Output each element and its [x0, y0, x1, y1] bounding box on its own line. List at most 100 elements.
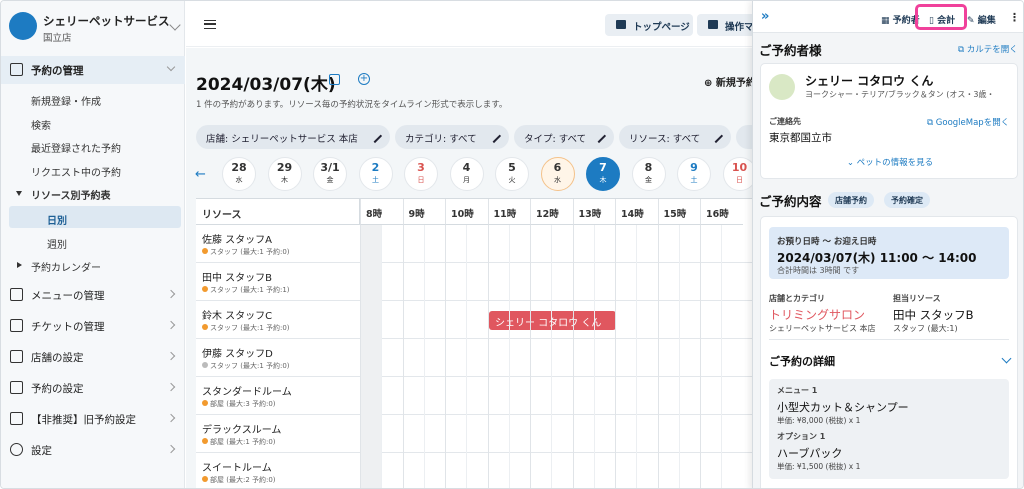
day-weekday: 水 — [235, 176, 243, 184]
day-chip[interactable]: 3/1 金 — [313, 157, 347, 191]
sidebar-link-new[interactable]: 新規登録・作成 — [31, 93, 101, 108]
tab-reservation[interactable]: ▦ 予約者 — [881, 13, 920, 26]
filter-type[interactable]: タイプ: すべて — [514, 125, 614, 149]
closed-slot — [361, 453, 382, 488]
day-chip[interactable]: 6水 — [540, 157, 575, 191]
grid-line — [593, 225, 595, 488]
day-chip[interactable]: 8金 — [631, 157, 666, 191]
day-weekday: 水 — [554, 176, 561, 184]
hour-label: 9時 — [402, 199, 445, 225]
day-chip[interactable]: 5火 — [495, 157, 529, 191]
resource-sub-label: スタッフ (最大:1 予約:0) — [210, 362, 290, 370]
resource-sub: スタッフ (最大:1) — [893, 324, 958, 333]
top-page-button[interactable]: トップページ — [605, 14, 693, 36]
sidebar-link-daily[interactable]: 日別 — [47, 212, 67, 227]
status-dot — [202, 286, 208, 292]
hour-label: 16時 — [700, 199, 743, 225]
status-dot — [202, 324, 208, 330]
resource-name: 田中 スタッフB — [893, 308, 974, 322]
table-row[interactable]: スイートルーム 部屋 (最大:2 予約:0) — [196, 453, 756, 488]
time-box: お預り日時 〜 お迎え日時 2024/03/07(木) 11:00 〜 14:0… — [769, 227, 1009, 279]
google-map-link[interactable]: ⧉ GoogleMapを開く — [927, 116, 1009, 128]
new-reservation-label: 新規予約 — [715, 78, 756, 89]
table-row[interactable]: 佐藤 スタッフA スタッフ (最大:1 予約:0) — [196, 225, 756, 263]
resource-name: スタンダードルーム — [202, 387, 292, 398]
day-chip[interactable]: 4月 — [449, 157, 484, 191]
table-row[interactable]: 田中 スタッフB スタッフ (最大:1 予約:1) — [196, 263, 756, 301]
open-karte-link[interactable]: ⧉ カルテを開く — [958, 43, 1018, 55]
top-page-label: トップページ — [633, 22, 690, 33]
grid-line — [360, 225, 361, 488]
pet-info-link[interactable]: ⌄ ペットの情報を見る — [761, 156, 1019, 168]
caret-down-icon — [16, 191, 22, 196]
sidebar-item-store-settings[interactable]: 店舗の設定 — [1, 343, 185, 371]
sidebar-link-weekly[interactable]: 週別 — [47, 236, 67, 251]
day-chip[interactable]: 28 水 — [222, 157, 256, 191]
day-number: 4 — [462, 161, 471, 174]
day-chip[interactable]: 2土 — [358, 157, 393, 191]
calendar-icon[interactable] — [329, 74, 340, 85]
sidebar-item-label: 予約の管理 — [31, 65, 84, 77]
sidebar-link-search[interactable]: 検索 — [31, 117, 51, 132]
table-row[interactable]: 鈴木 スタッフC スタッフ (最大:1 予約:0) — [196, 301, 756, 339]
reservation-content-card: お預り日時 〜 お迎え日時 2024/03/07(木) 11:00 〜 14:0… — [760, 216, 1018, 488]
filter-category[interactable]: カテゴリ: すべて — [395, 125, 509, 149]
reservation-detail-panel: » ▦ 予約者 ▯ 会計 ✎ 編集 ⋮ ご予約者様 ⧉ カルテを開く シェリー … — [752, 1, 1023, 488]
day-number: 6 — [553, 161, 562, 174]
table-row[interactable]: スタンダードルーム部屋 (最大:3 予約:0) — [196, 377, 756, 415]
prev-arrow-icon[interactable]: ← — [195, 167, 206, 182]
resource-sub: スタッフ (最大:1 予約:0) — [202, 247, 290, 257]
day-weekday: 金 — [326, 176, 334, 184]
more-options-icon[interactable]: ⋮ — [1009, 11, 1020, 24]
details-title: ご予約の詳細 — [769, 355, 835, 368]
tab-edit[interactable]: ✎ 編集 — [967, 13, 996, 26]
day-chip[interactable]: 29 木 — [267, 157, 302, 191]
new-reservation-button[interactable]: ⊕ 新規予約 — [704, 74, 756, 89]
contact-label: ご連絡先 — [769, 117, 801, 126]
sidebar-item-tickets[interactable]: チケットの管理 — [1, 312, 185, 340]
store-switcher[interactable]: シェリーペットサービス 国立店 — [9, 9, 181, 45]
option-price: 単価: ¥1,500 (税抜) x 1 — [777, 462, 861, 471]
grid-line — [657, 225, 659, 488]
sidebar-link-calendar[interactable]: 予約カレンダー — [31, 259, 101, 274]
filter-store[interactable]: 店舗: シェリーペットサービス 本店 — [196, 125, 390, 149]
hour-label: 10時 — [445, 199, 488, 225]
filter-resource[interactable]: リソース: すべて — [619, 125, 731, 149]
sidebar-link-requests[interactable]: リクエスト中の予約 — [31, 164, 121, 179]
sidebar-item-settings[interactable]: 設定 — [1, 436, 185, 464]
hamburger-menu-icon[interactable] — [204, 20, 216, 29]
collapse-panel-icon[interactable]: » — [761, 9, 769, 24]
chevron-right-icon — [166, 320, 176, 330]
closed-slot — [361, 415, 382, 453]
day-number: 29 — [276, 161, 293, 174]
day-chip[interactable]: 7木 — [586, 157, 620, 191]
hour-label: 15時 — [657, 199, 700, 225]
day-chip[interactable]: 3日 — [404, 157, 438, 191]
day-number: 7 — [599, 161, 607, 174]
closed-slot — [361, 377, 382, 415]
table-row[interactable]: デラックスルーム 部屋 (最大:1 予約:0) — [196, 415, 756, 453]
day-chip[interactable]: 9土 — [677, 157, 711, 191]
grid-line — [466, 225, 468, 488]
table-row[interactable]: 伊藤 スタッフD スタッフ (最大:1 予約:0) — [196, 339, 756, 377]
day-number: 28 — [231, 161, 247, 174]
hour-label: 11時 — [487, 199, 530, 225]
chevron-down-icon — [169, 19, 181, 31]
sidebar-item-reservation-settings[interactable]: 予約の設定 — [1, 374, 185, 402]
sidebar-item-legacy-settings[interactable]: 【非推奨】旧予約設定 — [1, 405, 185, 433]
pencil-icon — [591, 128, 607, 144]
hour-label: 14時 — [615, 199, 658, 225]
resource-sub-label: 部屋 (最大:3 予約:0) — [210, 400, 276, 408]
grid-line — [487, 225, 489, 488]
resource-name: 鈴木 スタッフC — [202, 311, 273, 322]
sidebar-item-menu[interactable]: メニューの管理 — [1, 281, 185, 309]
resource-sub: 部屋 (最大:3 予約:0) — [202, 399, 276, 409]
sidebar-item-reservations[interactable]: 予約の管理 — [1, 56, 185, 84]
sidebar-link-resource-table[interactable]: リソース別予約表 — [31, 187, 111, 202]
day-weekday: 木 — [281, 176, 288, 184]
sidebar-link-recent[interactable]: 最近登録された予約 — [31, 140, 121, 155]
link-label: GoogleMapを開く — [935, 118, 1010, 128]
customer-section-title: ご予約者様 — [759, 43, 822, 58]
add-icon[interactable]: + — [358, 73, 370, 85]
chevron-down-icon[interactable] — [1001, 353, 1012, 364]
